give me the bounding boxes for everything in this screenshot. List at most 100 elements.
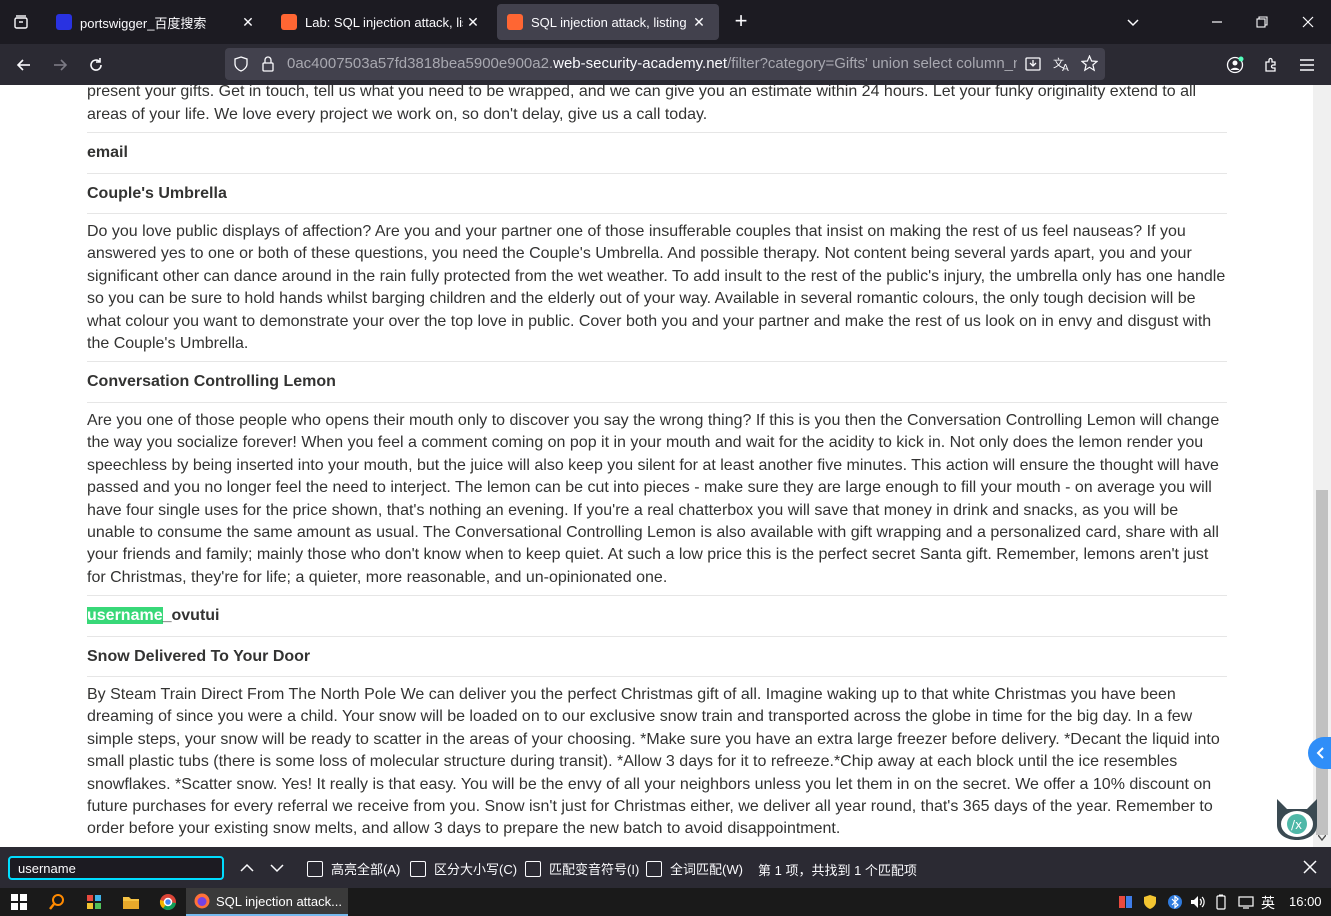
app-menu-button[interactable]: [1292, 50, 1322, 80]
close-icon[interactable]: ✕: [463, 14, 483, 31]
close-window-button[interactable]: [1285, 0, 1331, 44]
bookmark-star-icon[interactable]: [1081, 55, 1098, 72]
back-button[interactable]: [9, 50, 39, 80]
tray-app-icon[interactable]: [1118, 894, 1134, 913]
battery-icon[interactable]: [1216, 894, 1226, 913]
match-case-checkbox[interactable]: 区分大小写(C): [410, 859, 517, 878]
tab-baidu[interactable]: portswigger_百度搜索 ✕: [46, 4, 268, 40]
tab-active[interactable]: SQL injection attack, listing tl ✕: [497, 4, 719, 40]
find-close-button[interactable]: [1299, 857, 1321, 879]
username-suffix: _ovutui: [162, 607, 220, 625]
page-content: to be completed. So, organization is par…: [0, 85, 1313, 847]
arrow-left-icon: [16, 59, 30, 71]
account-button[interactable]: [1220, 50, 1250, 80]
shield-icon[interactable]: [233, 56, 249, 72]
url-host-prefix: 0ac4007503a57fd3818bea5900e900a2.: [287, 55, 554, 72]
product-name: Snow Delivered To Your Door: [87, 637, 1227, 677]
save-page-icon[interactable]: [1025, 56, 1041, 72]
find-previous-button[interactable]: [235, 856, 259, 880]
list-all-tabs-button[interactable]: [1110, 0, 1156, 44]
product-description: Do you love public displays of affection…: [87, 214, 1227, 363]
chevron-up-icon: [240, 863, 254, 872]
find-next-button[interactable]: [265, 856, 289, 880]
chrome-icon[interactable]: [158, 892, 178, 912]
hamburger-menu-icon: [1300, 59, 1314, 71]
svg-text:/x: /x: [1291, 818, 1302, 832]
find-bar: 高亮全部(A) 区分大小写(C) 匹配变音符号(I) 全词匹配(W) 第 1 项…: [0, 847, 1331, 888]
restore-icon: [1256, 16, 1268, 28]
tab-title: portswigger_百度搜索: [80, 15, 207, 31]
restore-button[interactable]: [1239, 0, 1285, 44]
portswigger-bolt-icon: [507, 14, 523, 30]
checkbox[interactable]: [525, 860, 541, 877]
assistant-mascot-icon[interactable]: /x: [1271, 795, 1323, 841]
extensions-button[interactable]: [1256, 50, 1286, 80]
close-icon: [1303, 860, 1317, 874]
taskbar-app-label: SQL injection attack...: [216, 893, 342, 909]
tab-list-icon: [14, 15, 28, 29]
security-shield-icon[interactable]: [1143, 894, 1157, 913]
svg-text:A: A: [1062, 63, 1069, 72]
search-icon[interactable]: [47, 892, 67, 912]
puzzle-icon: [1265, 57, 1276, 72]
product-description: Are you one of those people who opens th…: [87, 403, 1227, 597]
match-diacritics-checkbox[interactable]: 匹配变音符号(I): [525, 859, 639, 878]
tab-lab[interactable]: Lab: SQL injection attack, listi ✕: [271, 4, 493, 40]
close-icon[interactable]: ✕: [689, 14, 709, 31]
reload-icon: [90, 58, 102, 71]
address-bar[interactable]: 0ac4007503a57fd3818bea5900e900a2.web-sec…: [225, 48, 1105, 80]
option-label: 匹配变音符号(I): [549, 862, 640, 877]
find-input[interactable]: [8, 856, 224, 880]
chevron-left-icon: [1316, 747, 1324, 759]
scroll-thumb[interactable]: [1316, 490, 1328, 835]
task-view-icon[interactable]: [84, 892, 104, 912]
clock[interactable]: 16:00: [1289, 894, 1322, 909]
taskbar-firefox-app[interactable]: SQL injection attack...: [186, 888, 348, 916]
product-name: email: [87, 133, 1227, 174]
highlight-all-checkbox[interactable]: 高亮全部(A): [307, 859, 400, 878]
checkbox[interactable]: [307, 860, 323, 877]
windows-start-icon[interactable]: [9, 892, 29, 912]
volume-icon[interactable]: [1190, 894, 1206, 913]
tab-bar: portswigger_百度搜索 ✕ Lab: SQL injection at…: [0, 0, 1331, 44]
chevron-down-icon: [1127, 19, 1139, 27]
new-tab-button[interactable]: +: [728, 8, 754, 34]
portswigger-bolt-icon: [281, 14, 297, 30]
reload-button[interactable]: [81, 50, 111, 80]
product-description: By Steam Train Direct From The North Pol…: [87, 677, 1227, 847]
option-label: 全词匹配(W): [670, 862, 743, 877]
product-description: to be completed. So, organization is par…: [87, 85, 1227, 134]
translate-icon[interactable]: 文A: [1053, 56, 1071, 72]
os-taskbar: SQL injection attack... 英 16:00: [0, 888, 1331, 916]
checkbox[interactable]: [646, 860, 662, 877]
close-icon: [1302, 16, 1314, 28]
bluetooth-icon[interactable]: [1168, 894, 1182, 913]
whole-words-checkbox[interactable]: 全词匹配(W): [646, 859, 743, 878]
tab-list-button[interactable]: [0, 0, 42, 44]
find-match-status: 第 1 项，共找到 1 个匹配项: [758, 863, 917, 878]
firefox-icon: [194, 893, 210, 909]
url-path: /filter?category=Gifts' union select col…: [727, 55, 1017, 72]
product-name: Conversation Controlling Lemon: [87, 362, 1227, 403]
minimize-button[interactable]: [1194, 0, 1240, 44]
url-domain: web-security-academy.net: [553, 55, 728, 72]
product-table: to be completed. So, organization is par…: [87, 85, 1227, 847]
tab-title: SQL injection attack, listing tl: [531, 14, 689, 30]
navigation-toolbar: 0ac4007503a57fd3818bea5900e900a2.web-sec…: [0, 44, 1331, 85]
vertical-scrollbar[interactable]: [1313, 85, 1331, 847]
find-highlight: username: [87, 607, 163, 625]
baidu-paw-icon: [56, 14, 72, 30]
option-label: 高亮全部(A): [331, 862, 401, 877]
ime-indicator[interactable]: 英: [1261, 893, 1275, 913]
url-text[interactable]: 0ac4007503a57fd3818bea5900e900a2.web-sec…: [287, 55, 1017, 72]
option-label: 区分大小写(C): [434, 862, 518, 877]
tab-title: Lab: SQL injection attack, listi: [305, 14, 463, 30]
arrow-right-icon: [54, 59, 68, 71]
close-icon[interactable]: ✕: [238, 14, 258, 31]
lock-icon[interactable]: [261, 56, 275, 72]
network-icon[interactable]: [1238, 894, 1254, 913]
checkbox[interactable]: [410, 860, 426, 877]
chevron-down-icon: [270, 864, 284, 873]
forward-button[interactable]: [45, 50, 75, 80]
file-explorer-icon[interactable]: [121, 892, 141, 912]
